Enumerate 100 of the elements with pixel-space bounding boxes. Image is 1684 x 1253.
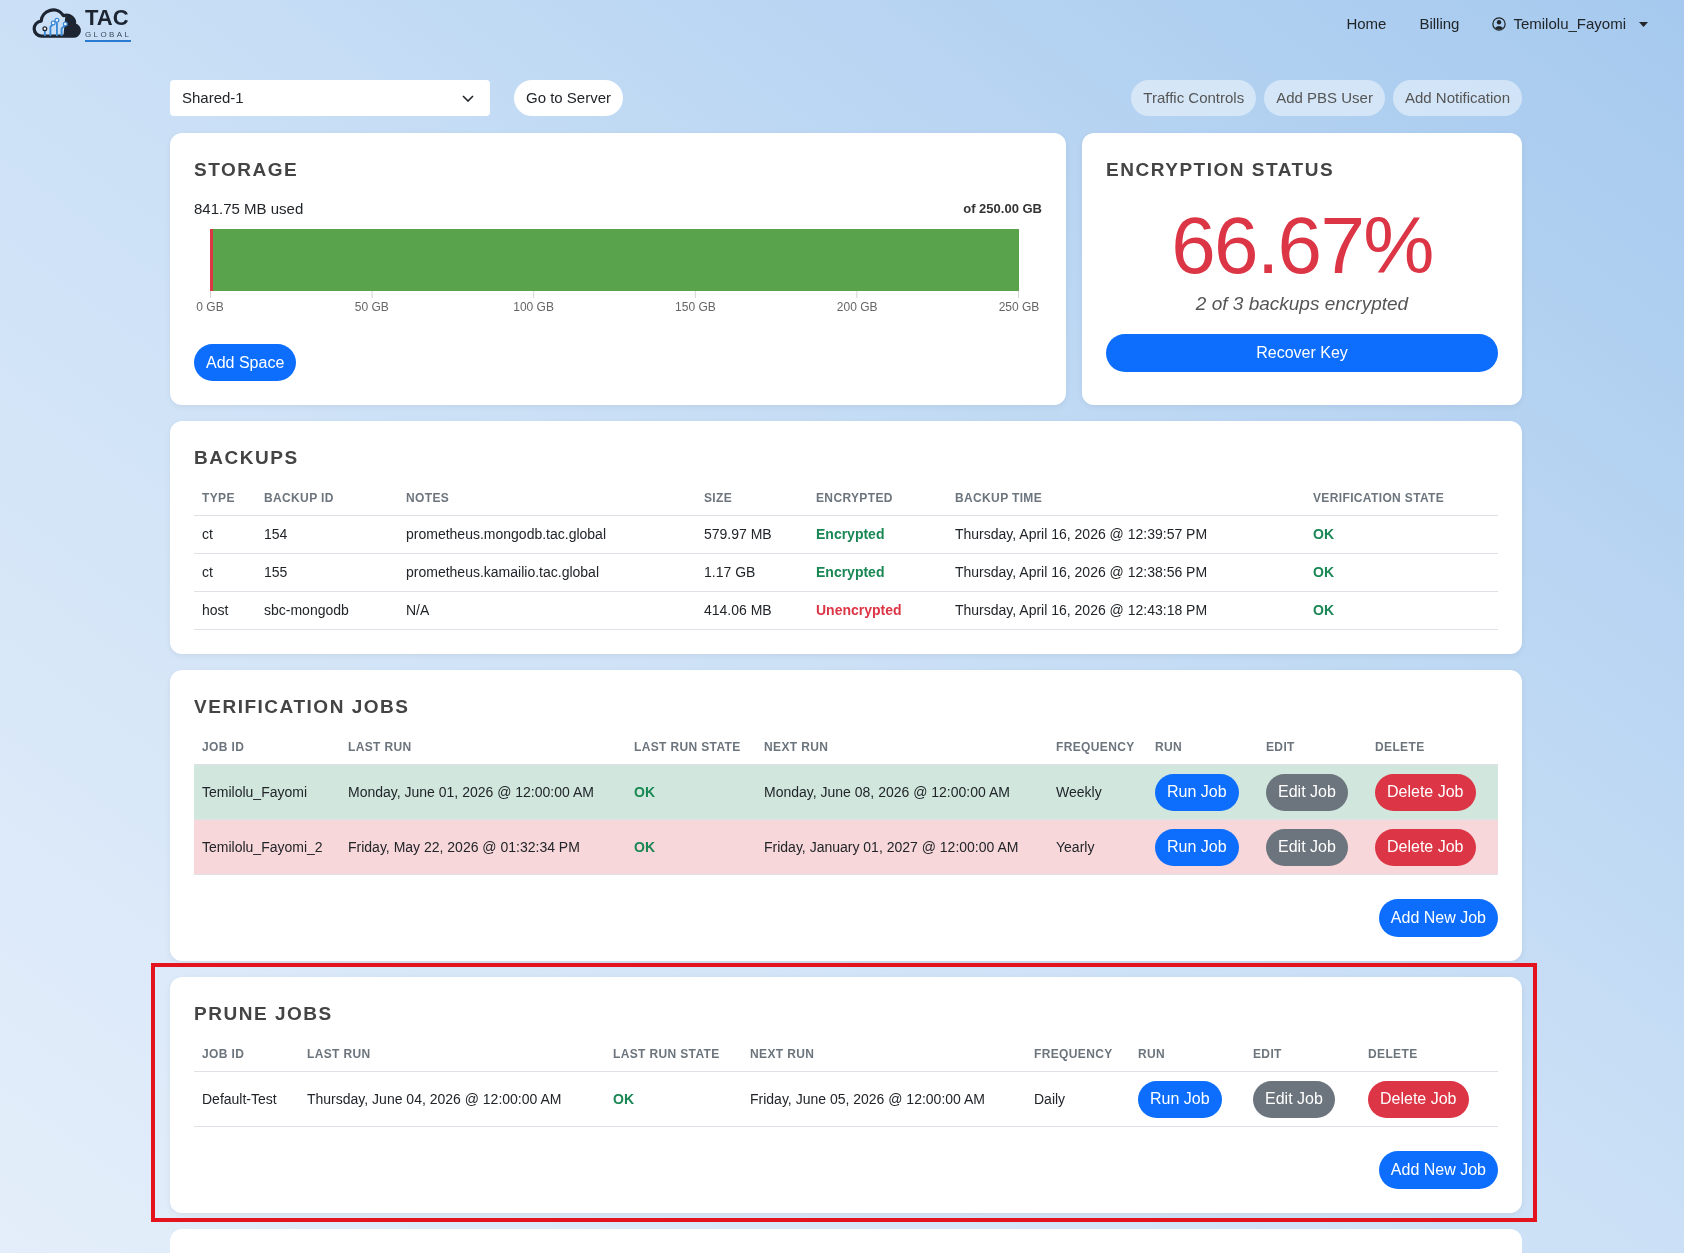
section-title: ENCRYPTION STATUS <box>1106 158 1336 182</box>
table-cell-text: Friday, June 05, 2026 @ 12:00:00 AM <box>749 1089 986 1109</box>
column-header: JOB ID <box>201 1045 246 1063</box>
table-cell-text: Monday, June 01, 2026 @ 12:00:00 AM <box>347 782 595 802</box>
column-header: SIZE <box>703 489 734 507</box>
column-header: NEXT RUN <box>749 1045 816 1063</box>
add-new-job-button[interactable]: Add New Job <box>1378 1151 1498 1189</box>
table-cell-text: host <box>201 601 230 620</box>
column-header: BACKUP TIME <box>954 489 1044 507</box>
nav-link[interactable]: Home <box>1346 12 1387 36</box>
add-space-button[interactable]: Add Space <box>194 344 297 381</box>
table-cell-text: Temilolu_Fayomi_2 <box>201 837 324 857</box>
edit-job-button[interactable]: Edit Job <box>1266 773 1348 811</box>
table-cell-text: Yearly <box>1055 837 1096 857</box>
axis-label: 50 GB <box>354 299 389 315</box>
table-cell-text: Friday, May 22, 2026 @ 01:32:34 PM <box>347 837 581 857</box>
column-header: DELETE <box>1374 738 1426 756</box>
user-circle-icon <box>1492 17 1507 31</box>
table-cell-text: ct <box>201 563 214 582</box>
table-cell-text: sbc-mongodb <box>263 601 350 620</box>
axis-label: 200 GB <box>836 299 878 315</box>
chevron-down-icon <box>462 94 474 102</box>
column-header: FREQUENCY <box>1033 1045 1114 1063</box>
toolbar-button[interactable]: Traffic Controls <box>1131 80 1257 116</box>
table-cell-text: 1.17 GB <box>703 563 757 582</box>
nav-link[interactable]: Billing <box>1419 12 1460 36</box>
table-cell-text: Thursday, April 16, 2026 @ 12:43:18 PM <box>954 601 1209 620</box>
table-cell-text: OK <box>1312 525 1335 544</box>
toolbar-button[interactable]: Add Notification <box>1392 80 1522 116</box>
delete-job-button[interactable]: Delete Job <box>1375 828 1476 866</box>
column-header: FREQUENCY <box>1055 738 1136 756</box>
recover-key-button[interactable]: Recover Key <box>1106 334 1498 372</box>
section-title: BACKUPS <box>194 446 300 470</box>
table-cell-text: Encrypted <box>815 525 886 544</box>
column-header: ENCRYPTED <box>815 489 894 507</box>
edit-job-button[interactable]: Edit Job <box>1266 828 1348 866</box>
column-header: TYPE <box>201 489 236 507</box>
section-title: VERIFICATION JOBS <box>194 695 411 719</box>
table-cell-text: N/A <box>405 601 431 620</box>
add-new-job-button[interactable]: Add New Job <box>1378 899 1498 937</box>
table-cell-text: 155 <box>263 563 289 582</box>
run-job-button[interactable]: Run Job <box>1138 1080 1222 1118</box>
table-cell-text: OK <box>633 782 656 802</box>
table-cell-text: Default-Test <box>201 1089 278 1109</box>
axis-label: 150 GB <box>675 299 716 315</box>
table-cell-text: 154 <box>263 525 289 544</box>
table-cell-text: Weekly <box>1055 782 1103 802</box>
table-cell-text: Thursday, June 04, 2026 @ 12:00:00 AM <box>306 1089 563 1109</box>
toolbar-button[interactable]: Add PBS User <box>1264 80 1385 116</box>
table-cell-text: Monday, June 08, 2026 @ 12:00:00 AM <box>763 782 1011 802</box>
run-job-button[interactable]: Run Job <box>1155 773 1239 811</box>
table-cell-text: 414.06 MB <box>703 601 773 620</box>
section-title: STORAGE <box>194 158 300 182</box>
table-cell-text: Daily <box>1033 1089 1067 1109</box>
table-cell-text: Friday, January 01, 2027 @ 12:00:00 AM <box>763 837 1020 857</box>
column-header: RUN <box>1154 738 1184 756</box>
column-header: NEXT RUN <box>763 738 830 756</box>
edit-job-button[interactable]: Edit Job <box>1253 1080 1335 1118</box>
column-header: LAST RUN <box>347 738 413 756</box>
logo-text: TAC <box>85 6 129 29</box>
table-cell-text: OK <box>1312 601 1335 620</box>
column-header: LAST RUN STATE <box>612 1045 721 1063</box>
axis-label: 250 GB <box>998 299 1040 315</box>
table-cell-text: 579.97 MB <box>703 525 773 544</box>
delete-job-button[interactable]: Delete Job <box>1368 1080 1469 1118</box>
delete-job-button[interactable]: Delete Job <box>1375 773 1476 811</box>
capacity-text: of 250.00 GB <box>963 200 1042 218</box>
table-cell-text: OK <box>633 837 656 857</box>
column-header: EDIT <box>1265 738 1296 756</box>
column-header: EDIT <box>1252 1045 1283 1063</box>
run-job-button[interactable]: Run Job <box>1155 828 1239 866</box>
column-header: VERIFICATION STATE <box>1312 489 1446 507</box>
axis-label: 0 GB <box>196 299 224 315</box>
logo-tagline: GLOBAL <box>85 30 132 42</box>
user-menu[interactable]: Temilolu_Fayomi <box>1492 12 1648 36</box>
encryption-summary: 2 of 3 backups encrypted <box>1194 292 1410 316</box>
table-cell-text: prometheus.mongodb.tac.global <box>405 525 608 544</box>
column-header: BACKUP ID <box>263 489 335 507</box>
table-cell-text: ct <box>201 525 214 544</box>
table-cell-text: Temilolu_Fayomi <box>201 782 309 802</box>
table-cell-text: Thursday, April 16, 2026 @ 12:39:57 PM <box>954 525 1209 544</box>
column-header: LAST RUN STATE <box>633 738 742 756</box>
table-cell-text: OK <box>612 1089 635 1109</box>
section-title: PRUNE JOBS <box>194 1002 334 1026</box>
table-cell-text: Thursday, April 16, 2026 @ 12:38:56 PM <box>954 563 1209 582</box>
column-header: JOB ID <box>201 738 246 756</box>
go-to-server-button[interactable]: Go to Server <box>514 80 624 116</box>
server-select[interactable]: Shared-1 <box>170 80 490 116</box>
axis-label: 100 GB <box>513 299 554 315</box>
column-header: LAST RUN <box>306 1045 372 1063</box>
column-header: NOTES <box>405 489 451 507</box>
column-header: RUN <box>1137 1045 1167 1063</box>
caret-down-icon <box>1639 21 1648 27</box>
table-cell-text: Unencrypted <box>815 601 903 620</box>
table-cell-text: prometheus.kamailio.tac.global <box>405 563 600 582</box>
table-cell-text: Encrypted <box>815 563 886 582</box>
column-header: DELETE <box>1367 1045 1419 1063</box>
table-cell-text: OK <box>1312 563 1335 582</box>
encryption-percentage: 66.67% <box>1170 206 1434 286</box>
usage-text: 841.75 MB used <box>194 199 304 219</box>
